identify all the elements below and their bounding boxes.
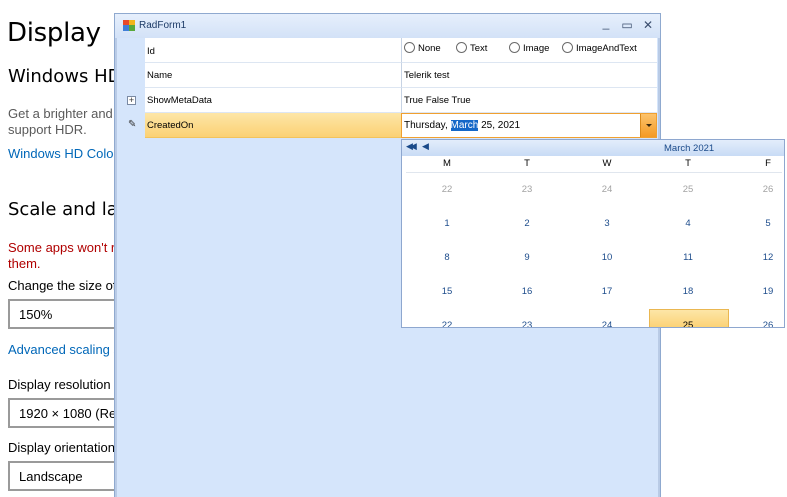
radio-label: Image bbox=[523, 43, 550, 54]
orientation-label: Display orientation bbox=[8, 440, 115, 455]
calendar-day[interactable]: 23 bbox=[515, 184, 539, 195]
weekday-header: F bbox=[765, 158, 771, 169]
property-row-name[interactable]: Name Telerik test bbox=[115, 63, 657, 88]
calendar-day[interactable]: 22 bbox=[435, 184, 459, 195]
calendar-day[interactable]: 15 bbox=[435, 286, 459, 297]
calendar-day[interactable]: 16 bbox=[515, 286, 539, 297]
calendar-header: ◀◀ ◀ March 2021 bbox=[402, 140, 784, 156]
date-month-selected[interactable]: March bbox=[450, 120, 479, 131]
radio-image[interactable]: Image bbox=[509, 42, 549, 54]
title-bar[interactable]: RadForm1 _ ▭ ✕ bbox=[115, 14, 660, 38]
prev-month-icon[interactable]: ◀ bbox=[422, 141, 429, 152]
calendar-day[interactable]: 12 bbox=[756, 252, 780, 263]
calendar-day[interactable]: 3 bbox=[595, 218, 619, 229]
calendar-day[interactable]: 22 bbox=[435, 320, 459, 327]
property-name[interactable]: Name bbox=[145, 63, 401, 88]
radio-label: ImageAndText bbox=[576, 43, 637, 54]
property-grid: Id None Text Image ImageAndText Name Tel… bbox=[115, 38, 657, 138]
property-value[interactable]: True False True bbox=[401, 88, 657, 113]
radio-circle-icon bbox=[456, 42, 467, 53]
row-gutter bbox=[115, 63, 145, 88]
radio-circle-icon bbox=[509, 42, 520, 53]
radio-image-and-text[interactable]: ImageAndText bbox=[562, 42, 637, 54]
property-name[interactable]: CreatedOn bbox=[145, 113, 401, 138]
calendar-day[interactable]: 23 bbox=[515, 320, 539, 327]
radio-text[interactable]: Text bbox=[456, 42, 487, 54]
calendar-day[interactable]: 25 bbox=[676, 184, 700, 195]
edit-pencil-icon: ✎ bbox=[128, 119, 137, 130]
calendar-day[interactable]: 24 bbox=[595, 184, 619, 195]
hdr-heading: Windows HD bbox=[8, 66, 122, 87]
calendar-day[interactable]: 9 bbox=[515, 252, 539, 263]
calendar-day[interactable]: 1 bbox=[435, 218, 459, 229]
row-gutter: ✎ bbox=[115, 113, 145, 138]
id-radio-group: None Text Image ImageAndText bbox=[401, 38, 657, 63]
weekday-header: M bbox=[443, 158, 451, 169]
calendar-day[interactable]: 19 bbox=[756, 286, 780, 297]
calendar-popup: ◀◀ ◀ March 2021 M T W T F 22 23 24 25 26… bbox=[401, 139, 785, 328]
radio-label: None bbox=[418, 43, 441, 54]
resolution-label: Display resolution bbox=[8, 377, 111, 392]
expand-plus-icon[interactable]: + bbox=[127, 96, 136, 105]
weekday-header: W bbox=[602, 158, 612, 169]
property-row-id[interactable]: Id None Text Image ImageAndText bbox=[115, 38, 657, 63]
calendar-day[interactable]: 11 bbox=[676, 252, 700, 263]
calendar-day[interactable]: 4 bbox=[676, 218, 700, 229]
calendar-day[interactable]: 26 bbox=[756, 320, 780, 327]
warning-line2: them. bbox=[8, 256, 41, 271]
calendar-day[interactable]: 17 bbox=[595, 286, 619, 297]
calendar-day[interactable]: 10 bbox=[595, 252, 619, 263]
radio-none[interactable]: None bbox=[404, 42, 441, 54]
minimize-button[interactable]: _ bbox=[597, 15, 615, 32]
radio-circle-icon bbox=[562, 42, 573, 53]
warning-line1: Some apps won't re bbox=[8, 240, 123, 255]
calendar-day[interactable]: 5 bbox=[756, 218, 780, 229]
calendar-day[interactable]: 18 bbox=[676, 286, 700, 297]
app-icon bbox=[123, 20, 135, 31]
advanced-scaling-link[interactable]: Advanced scaling s bbox=[8, 342, 120, 357]
row-gutter: + bbox=[115, 88, 145, 113]
calendar-day-selected[interactable]: 25 bbox=[676, 320, 700, 327]
hdr-description-line2: support HDR. bbox=[8, 122, 87, 137]
dropdown-arrow-button[interactable] bbox=[640, 114, 656, 137]
date-suffix: 25, 2021 bbox=[478, 120, 521, 131]
window-left-edge bbox=[115, 38, 117, 497]
property-name[interactable]: ShowMetaData bbox=[145, 88, 401, 113]
radio-label: Text bbox=[470, 43, 488, 54]
property-row-showmetadata[interactable]: + ShowMetaData True False True bbox=[115, 88, 657, 113]
property-name[interactable]: Id bbox=[145, 38, 401, 63]
radio-circle-icon bbox=[404, 42, 415, 53]
date-time-editor[interactable]: Thursday, March 25, 2021 bbox=[401, 113, 657, 138]
size-label: Change the size of bbox=[8, 278, 117, 293]
calendar-day[interactable]: 8 bbox=[435, 252, 459, 263]
hdr-description-line1: Get a brighter and bbox=[8, 106, 113, 121]
weekday-header: T bbox=[524, 158, 530, 169]
property-row-createdon[interactable]: ✎ CreatedOn Thursday, March 25, 2021 bbox=[115, 113, 657, 138]
property-value[interactable]: Telerik test bbox=[401, 63, 657, 88]
calendar-day[interactable]: 24 bbox=[595, 320, 619, 327]
page-title: Display bbox=[7, 18, 101, 48]
hdr-color-link[interactable]: Windows HD Color bbox=[8, 146, 118, 161]
date-prefix: Thursday, bbox=[404, 120, 451, 131]
fast-prev-icon[interactable]: ◀◀ bbox=[406, 141, 417, 152]
calendar-day[interactable]: 26 bbox=[756, 184, 780, 195]
window-title: RadForm1 bbox=[139, 20, 187, 31]
maximize-button[interactable]: ▭ bbox=[618, 17, 636, 34]
calendar-day[interactable]: 2 bbox=[515, 218, 539, 229]
calendar-divider bbox=[406, 172, 782, 173]
weekday-header: T bbox=[685, 158, 691, 169]
row-gutter bbox=[115, 38, 145, 63]
close-button[interactable]: ✕ bbox=[639, 17, 657, 34]
calendar-month-title[interactable]: March 2021 bbox=[664, 143, 714, 154]
